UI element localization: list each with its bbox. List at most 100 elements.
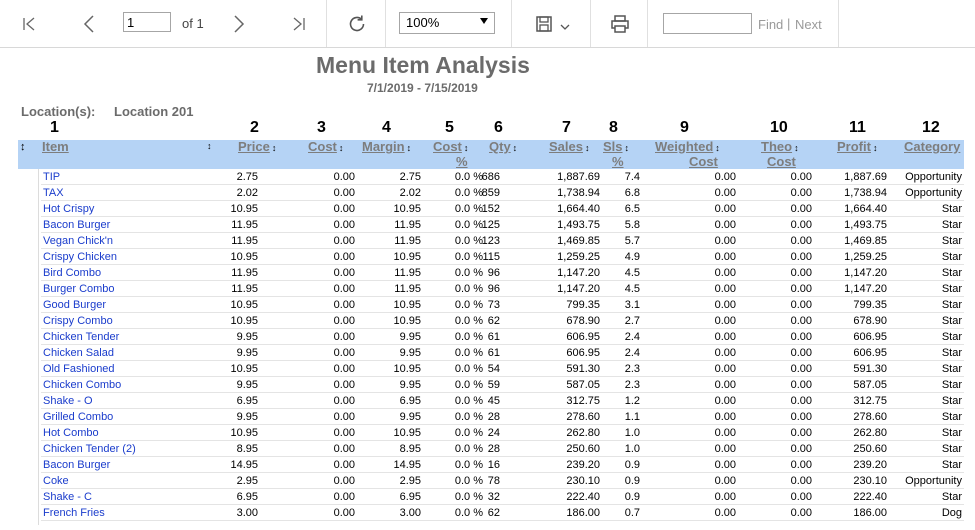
- cell-item[interactable]: Hot Combo: [43, 426, 99, 440]
- cell-item[interactable]: Old Fashioned: [43, 362, 115, 376]
- find-input[interactable]: [663, 13, 752, 34]
- header-margin[interactable]: Margin ↕: [362, 140, 411, 155]
- cell-item[interactable]: Burger Combo: [43, 282, 115, 296]
- cell-item[interactable]: TAX: [43, 186, 64, 200]
- header-cost-pct[interactable]: Cost ↕: [433, 140, 468, 155]
- cell-item[interactable]: Shake - O: [43, 394, 93, 408]
- cell-item[interactable]: Crispy Chicken: [43, 250, 117, 264]
- cell-price: 10.95: [230, 427, 258, 439]
- cell-price: 10.95: [230, 299, 258, 311]
- cell-category: Star: [941, 203, 962, 215]
- next-page-button[interactable]: [222, 0, 256, 47]
- cell-weighted-cost: 0.00: [714, 379, 736, 391]
- cell-profit: 591.30: [853, 363, 887, 375]
- cell-sales: 1,738.94: [557, 187, 600, 199]
- cell-category: Star: [941, 347, 962, 359]
- header-category[interactable]: Category: [904, 140, 960, 154]
- cell-item[interactable]: Crispy Combo: [43, 314, 113, 328]
- cell-cost: 0.00: [333, 507, 355, 519]
- table-row: Shake - C 6.95 0.00 6.95 0.0 % 32 222.40 0.9 0.0…: [0, 489, 975, 505]
- cell-category: Star: [941, 315, 962, 327]
- header-item[interactable]: Item: [42, 140, 69, 154]
- find-next-link[interactable]: Next: [795, 17, 822, 32]
- cell-sls-pct: 6.5: [624, 203, 640, 215]
- column-number: 4: [382, 119, 391, 136]
- cell-category: Star: [941, 331, 962, 343]
- cell-sls-pct: 2.4: [624, 331, 640, 343]
- table-row: Chicken Tender (2) 8.95 0.00 8.95 0.0 % 28 250…: [0, 441, 975, 457]
- cell-item[interactable]: Grilled Combo: [43, 410, 113, 424]
- cell-item[interactable]: Hot Crispy: [43, 202, 94, 216]
- cell-item[interactable]: Coke: [43, 474, 69, 488]
- first-page-button[interactable]: [12, 0, 46, 47]
- print-button[interactable]: [603, 0, 637, 47]
- sort-arrow-icon: ↕: [406, 143, 412, 153]
- cell-profit: 1,469.85: [844, 235, 887, 247]
- cell-theo-cost: 0.00: [790, 315, 812, 327]
- cell-cost-pct: 0.0 %: [454, 267, 483, 279]
- cell-profit: 1,493.75: [844, 219, 887, 231]
- cell-item[interactable]: Bacon Burger: [43, 458, 110, 472]
- header-sales[interactable]: Sales ↕: [549, 140, 589, 155]
- cell-theo-cost: 0.00: [790, 235, 812, 247]
- cell-price: 9.95: [236, 331, 258, 343]
- find-link[interactable]: Find: [758, 17, 783, 32]
- cell-profit: 799.35: [853, 299, 887, 311]
- cell-item[interactable]: Bacon Burger: [43, 218, 110, 232]
- cell-theo-cost: 0.00: [790, 459, 812, 471]
- report-date-range: 7/1/2019 - 7/15/2019: [367, 81, 478, 95]
- cell-item[interactable]: Chicken Salad: [43, 346, 114, 360]
- table-body: TIP 2.75 0.00 2.75 0.0 % 686 1,887.69 7.4 0.00 0.…: [0, 169, 975, 521]
- header-qty[interactable]: Qty ↕: [489, 140, 517, 155]
- cell-price: 11.95: [231, 235, 258, 247]
- export-button[interactable]: [528, 0, 578, 47]
- previous-page-button[interactable]: [72, 0, 106, 47]
- zoom-select[interactable]: 100%: [399, 12, 495, 34]
- cell-category: Star: [941, 427, 962, 439]
- cell-qty: 16: [487, 459, 500, 471]
- header-weighted-cost[interactable]: Weighted ↕: [655, 140, 720, 155]
- column-number: 9: [680, 119, 689, 136]
- cell-item[interactable]: Chicken Tender: [43, 330, 119, 344]
- cell-sales: 1,147.20: [557, 267, 600, 279]
- cell-item[interactable]: French Fries: [43, 506, 105, 520]
- print-icon: [611, 14, 629, 33]
- cell-profit: 312.75: [853, 395, 887, 407]
- cell-category: Opportunity: [905, 475, 962, 487]
- header-margin-label: Margin: [362, 139, 405, 154]
- header-price[interactable]: Price ↕: [238, 140, 276, 155]
- header-profit[interactable]: Profit ↕: [837, 140, 877, 155]
- cell-item[interactable]: Chicken Combo: [43, 378, 121, 392]
- toolbar-divider: [385, 0, 386, 47]
- toolbar-divider: [647, 0, 648, 47]
- refresh-button[interactable]: [340, 0, 374, 47]
- cell-sls-pct: 4.9: [624, 251, 640, 263]
- table-row: Chicken Salad 9.95 0.00 9.95 0.0 % 61 606.95 2.…: [0, 345, 975, 361]
- sort-arrow-icon[interactable]: ↕: [20, 141, 26, 153]
- prev-page-icon: [83, 14, 94, 33]
- header-cost[interactable]: Cost ↕: [308, 140, 343, 155]
- sort-arrow-icon[interactable]: ↕: [207, 141, 212, 151]
- cell-item[interactable]: Good Burger: [43, 298, 106, 312]
- header-weighted-cost-line2: Cost: [689, 154, 718, 169]
- header-theo-cost[interactable]: Theo ↕: [761, 140, 799, 155]
- cell-qty: 859: [481, 187, 500, 199]
- header-sls-pct[interactable]: Sls ↕: [603, 140, 629, 155]
- page-number-input[interactable]: [123, 12, 171, 32]
- cell-weighted-cost: 0.00: [714, 219, 736, 231]
- cell-cost-pct: 0.0 %: [454, 219, 483, 231]
- cell-item[interactable]: Vegan Chick'n: [43, 234, 113, 248]
- sort-arrow-icon: ↕: [512, 143, 518, 153]
- cell-item[interactable]: Bird Combo: [43, 266, 101, 280]
- last-page-button[interactable]: [282, 0, 316, 47]
- cell-margin: 11.95: [394, 267, 421, 279]
- cell-qty: 24: [487, 427, 500, 439]
- cell-item[interactable]: TIP: [43, 170, 60, 184]
- cell-category: Star: [941, 411, 962, 423]
- cell-margin: 10.95: [393, 299, 421, 311]
- cell-theo-cost: 0.00: [790, 267, 812, 279]
- table-row: Coke 2.95 0.00 2.95 0.0 % 78 230.10 0.9 0.00 0.00…: [0, 473, 975, 489]
- cell-qty: 73: [487, 299, 500, 311]
- cell-item[interactable]: Shake - C: [43, 490, 92, 504]
- cell-item[interactable]: Chicken Tender (2): [43, 442, 136, 456]
